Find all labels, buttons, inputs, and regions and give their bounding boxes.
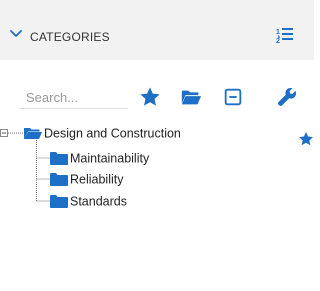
sort-list-icon[interactable]: 1 2 — [276, 26, 294, 44]
tree-node-child[interactable]: Reliability — [50, 169, 124, 189]
svg-text:2: 2 — [276, 38, 280, 44]
favorite-star-icon[interactable] — [298, 131, 314, 147]
folder-open-icon[interactable] — [180, 86, 202, 108]
tree-node-label[interactable]: Maintainability — [70, 152, 149, 166]
tree-node-label[interactable]: Design and Construction — [44, 127, 181, 141]
tree-node-label[interactable]: Reliability — [70, 173, 124, 187]
star-icon[interactable] — [139, 86, 161, 108]
folder-icon — [50, 195, 68, 209]
tree-node-child[interactable]: Maintainability — [50, 148, 149, 168]
svg-text:1: 1 — [276, 29, 280, 36]
tree-node-child[interactable]: Standards — [50, 191, 127, 211]
wrench-icon[interactable] — [276, 86, 298, 108]
category-toolbar — [0, 60, 314, 122]
search-input[interactable] — [20, 86, 128, 109]
tree-node-root[interactable]: Design and Construction — [24, 123, 181, 143]
folder-icon — [50, 152, 68, 166]
folder-open-icon — [24, 128, 42, 140]
tree-node-label[interactable]: Standards — [70, 195, 127, 209]
minus-square-icon[interactable] — [222, 86, 244, 108]
categories-header[interactable]: CATEGORIES 1 2 — [0, 0, 314, 60]
chevron-down-icon[interactable] — [10, 29, 22, 39]
panel-title: CATEGORIES — [30, 30, 110, 44]
folder-icon — [50, 173, 68, 187]
